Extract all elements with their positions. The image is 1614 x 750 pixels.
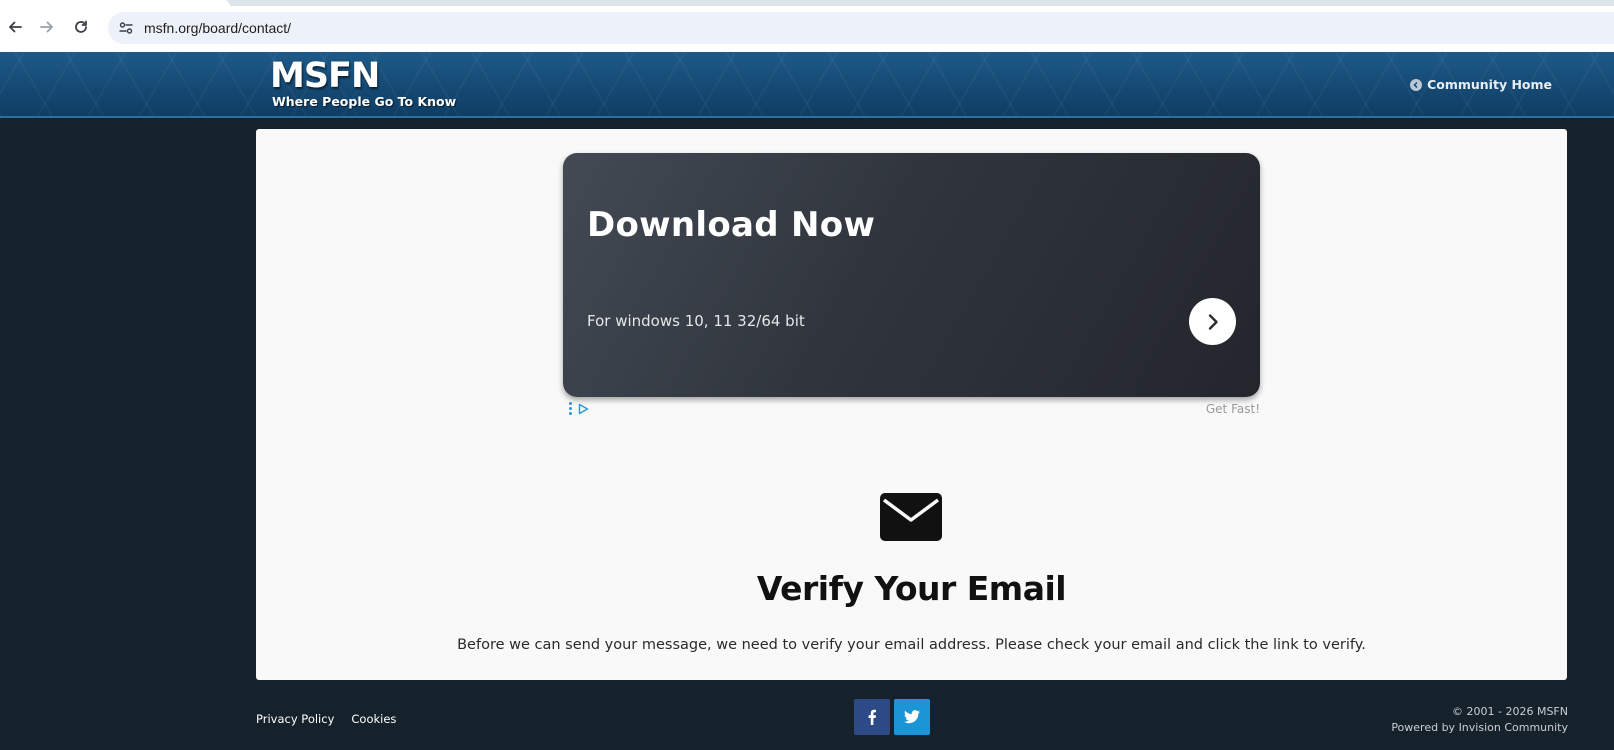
ad-subtitle: For windows 10, 11 32/64 bit	[587, 312, 805, 330]
url-text[interactable]: msfn.org/board/contact/	[144, 19, 291, 37]
footer-links: Privacy Policy Cookies	[256, 712, 396, 726]
ad-footer: Get Fast!	[563, 401, 1260, 417]
ad-menu-icon[interactable]	[569, 402, 572, 415]
ad-choices[interactable]	[569, 402, 589, 415]
address-bar[interactable]: msfn.org/board/contact/	[108, 12, 1614, 44]
privacy-policy-link[interactable]: Privacy Policy	[256, 712, 334, 726]
social-links	[854, 699, 930, 735]
reload-icon	[75, 20, 87, 33]
active-tab[interactable]	[0, 0, 230, 6]
twitter-button[interactable]	[894, 699, 930, 735]
back-button[interactable]	[4, 16, 26, 38]
logo-tagline: Where People Go To Know	[272, 94, 457, 109]
reload-button[interactable]	[70, 16, 92, 38]
logo-title: MSFN	[270, 56, 380, 96]
ad-arrow-button[interactable]	[1189, 298, 1236, 345]
ad-banner[interactable]: Download Now For windows 10, 11 32/64 bi…	[563, 153, 1260, 397]
twitter-icon	[904, 710, 920, 724]
envelope-icon	[880, 493, 942, 541]
community-home-label: Community Home	[1427, 77, 1552, 92]
browser-toolbar: msfn.org/board/contact/	[0, 0, 1614, 52]
ad-choices-icon[interactable]	[578, 403, 589, 415]
forward-button[interactable]	[36, 16, 58, 38]
community-home-link[interactable]: Community Home	[1410, 77, 1552, 92]
powered-by-link[interactable]: Powered by Invision Community	[1391, 720, 1568, 736]
tune-icon	[119, 22, 133, 34]
verify-description: Before we can send your message, we need…	[457, 637, 1366, 653]
site-header: MSFN Where People Go To Know Community H…	[0, 52, 1614, 118]
ad-brand-link[interactable]: Get Fast!	[1206, 402, 1260, 416]
page-title: Verify Your Email	[756, 569, 1067, 608]
copyright-block: © 2001 - 2026 MSFN Powered by Invision C…	[1391, 704, 1568, 736]
chevron-right-icon	[1208, 313, 1218, 330]
site-logo[interactable]: MSFN Where People Go To Know	[270, 56, 456, 109]
arrow-right-icon	[40, 21, 53, 33]
cookies-link[interactable]: Cookies	[351, 712, 396, 726]
facebook-button[interactable]	[854, 699, 890, 735]
site-info-button[interactable]	[117, 19, 135, 37]
facebook-icon	[868, 709, 876, 725]
copyright-text: © 2001 - 2026 MSFN	[1452, 705, 1568, 718]
header-pattern	[0, 52, 1614, 116]
main-panel: Download Now For windows 10, 11 32/64 bi…	[256, 129, 1567, 680]
ad-title: Download Now	[587, 205, 876, 245]
arrow-left-circle-icon	[1410, 78, 1423, 91]
tab-strip	[0, 0, 1614, 6]
arrow-left-icon	[9, 21, 22, 33]
